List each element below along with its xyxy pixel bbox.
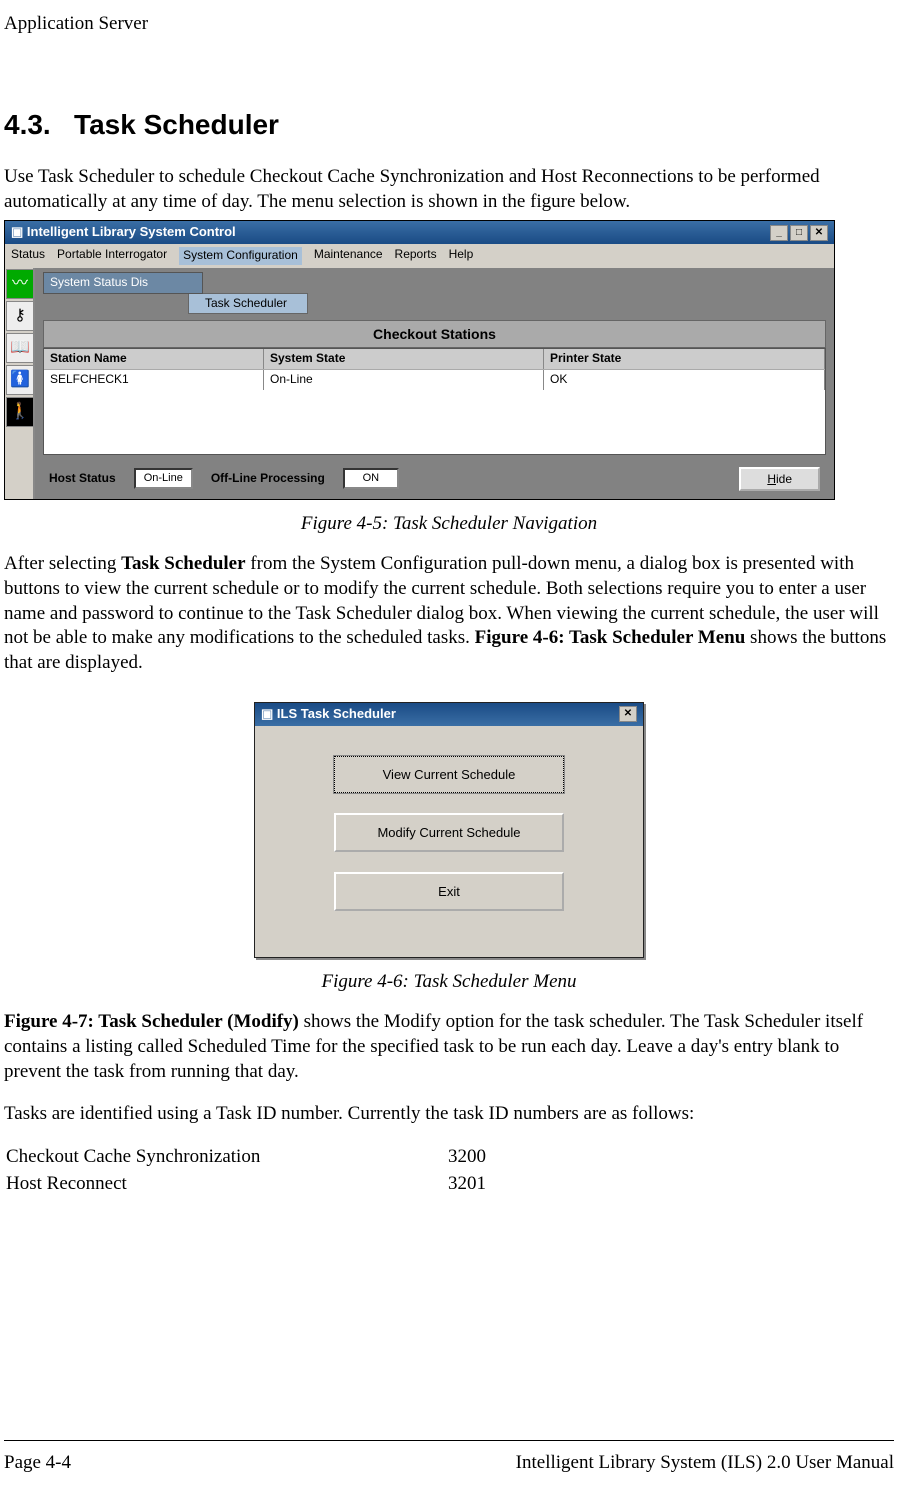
sidebar: 〰 ⚷ 📖 🚺 🚶 [5, 268, 35, 499]
dialog-close-icon[interactable]: ✕ [619, 706, 637, 722]
paragraph-after-fig-4-6: Figure 4-7: Task Scheduler (Modify) show… [4, 1010, 894, 1084]
figure-4-6-dialog: ▣ ILS Task Scheduler ✕ View Current Sche… [254, 702, 644, 958]
task-name: Checkout Cache Synchronization [6, 1145, 446, 1170]
main-panel: System Status Dis Task Scheduler Checkou… [35, 268, 834, 499]
section-name: Task Scheduler [74, 109, 279, 140]
menu-status[interactable]: Status [11, 247, 45, 265]
cell-system-state: On-Line [264, 370, 544, 390]
window-titlebar: ▣ Intelligent Library System Control _ □… [5, 221, 834, 244]
host-status-value: On-Line [134, 468, 193, 488]
figure-4-5-caption: Figure 4-5: Task Scheduler Navigation [4, 512, 894, 537]
page-header: Application Server [4, 12, 894, 37]
figure-4-5-screenshot: ▣ Intelligent Library System Control _ □… [4, 220, 835, 499]
sidebar-exit-icon[interactable]: 🚶 [6, 397, 34, 427]
modify-current-schedule-button[interactable]: Modify Current Schedule [334, 813, 564, 852]
hide-button[interactable]: Hide [739, 467, 820, 491]
col-printer-state: Printer State [544, 349, 825, 369]
task-name: Host Reconnect [6, 1172, 446, 1197]
table-row: Host Reconnect 3201 [6, 1172, 486, 1197]
host-status-label: Host Status [49, 471, 116, 487]
dialog-icon: ▣ ILS Task Scheduler [261, 706, 396, 723]
menu-reports[interactable]: Reports [395, 247, 437, 265]
dialog-title-text: ILS Task Scheduler [277, 706, 396, 721]
menu-help[interactable]: Help [449, 247, 474, 265]
menu-maintenance[interactable]: Maintenance [314, 247, 383, 265]
col-system-state: System State [264, 349, 544, 369]
cell-station-name: SELFCHECK1 [44, 370, 264, 390]
intro-paragraph: Use Task Scheduler to schedule Checkout … [4, 165, 894, 214]
cell-printer-state: OK [544, 370, 825, 390]
checkout-stations-table: Station Name System State Printer State … [43, 348, 826, 454]
task-id: 3201 [448, 1172, 486, 1197]
sidebar-wave-icon[interactable]: 〰 [6, 269, 34, 299]
view-current-schedule-button[interactable]: View Current Schedule [334, 756, 564, 793]
window-title-text: Intelligent Library System Control [27, 224, 236, 239]
paragraph-after-fig-4-5: After selecting Task Scheduler from the … [4, 552, 894, 675]
table-row: SELFCHECK1 On-Line OK [44, 369, 825, 390]
page-footer: Page 4-4 Intelligent Library System (ILS… [4, 1440, 894, 1476]
figure-4-6-caption: Figure 4-6: Task Scheduler Menu [4, 970, 894, 995]
task-id-intro: Tasks are identified using a Task ID num… [4, 1102, 894, 1127]
table-empty-area [44, 390, 825, 454]
sidebar-key-icon[interactable]: ⚷ [6, 301, 34, 331]
maximize-icon[interactable]: □ [790, 225, 808, 241]
col-station-name: Station Name [44, 349, 264, 369]
section-title: 4.3. Task Scheduler [4, 107, 894, 143]
subwindow-title: System Status Dis [43, 272, 203, 294]
offline-processing-value: ON [343, 468, 399, 488]
table-row: Checkout Cache Synchronization 3200 [6, 1145, 486, 1170]
minimize-icon[interactable]: _ [770, 225, 788, 241]
task-id: 3200 [448, 1145, 486, 1170]
offline-processing-label: Off-Line Processing [211, 471, 325, 487]
page-number: Page 4-4 [4, 1451, 71, 1476]
dialog-titlebar: ▣ ILS Task Scheduler ✕ [255, 703, 643, 726]
exit-button[interactable]: Exit [334, 872, 564, 911]
window-icon: ▣ Intelligent Library System Control [11, 224, 236, 241]
section-number: 4.3. [4, 109, 51, 140]
menubar: Status Portable Interrogator System Conf… [5, 244, 834, 268]
menu-item-task-scheduler[interactable]: Task Scheduler [188, 293, 308, 315]
task-id-table: Checkout Cache Synchronization 3200 Host… [4, 1143, 488, 1198]
menu-system-configuration[interactable]: System Configuration [179, 247, 302, 265]
sidebar-book-icon[interactable]: 📖 [6, 333, 34, 363]
checkout-stations-header: Checkout Stations [43, 320, 826, 348]
close-icon[interactable]: ✕ [810, 225, 828, 241]
menu-portable-interrogator[interactable]: Portable Interrogator [57, 247, 167, 265]
manual-title: Intelligent Library System (ILS) 2.0 Use… [516, 1451, 894, 1476]
status-bar: Host Status On-Line Off-Line Processing … [43, 459, 826, 499]
sidebar-patron-icon[interactable]: 🚺 [6, 365, 34, 395]
